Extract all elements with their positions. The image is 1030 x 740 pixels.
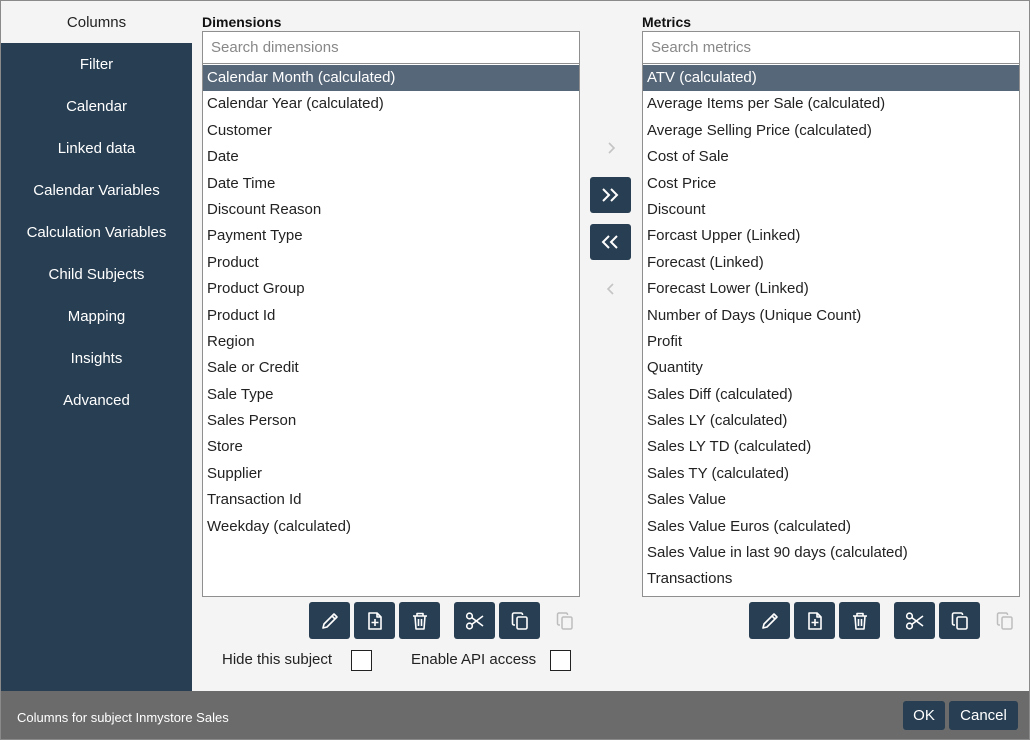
sidebar-item-calculation-variables[interactable]: Calculation Variables <box>1 211 192 253</box>
metric-list-item[interactable]: Discount <box>643 197 1019 223</box>
dimension-list-item[interactable]: Sale or Credit <box>203 355 579 381</box>
metrics-list: ATV (calculated) Average Items per Sale (… <box>642 63 1020 597</box>
columns-dialog: Columns Filter Calendar Linked data Calendar… <box>0 0 1030 740</box>
dimension-list-item[interactable]: Calendar Year (calculated) <box>203 91 579 117</box>
sidebar-item-insights[interactable]: Insights <box>1 337 192 379</box>
new-metric-button[interactable] <box>794 602 835 639</box>
hide-subject-checkbox[interactable] <box>351 650 372 671</box>
metric-list-item[interactable]: Cost Price <box>643 171 1019 197</box>
trash-icon <box>852 612 867 630</box>
copy-dimension-button[interactable] <box>499 602 540 639</box>
metric-list-item[interactable]: Average Items per Sale (calculated) <box>643 91 1019 117</box>
ok-button[interactable]: OK <box>903 701 945 730</box>
dimension-list-item[interactable]: Payment Type <box>203 223 579 249</box>
sidebar-item-linked-data[interactable]: Linked data <box>1 127 192 169</box>
dimension-list-item[interactable]: Transaction Id <box>203 487 579 513</box>
dimension-list-item[interactable]: Calendar Month (calculated) <box>203 65 579 92</box>
cut-dimension-button[interactable] <box>454 602 495 639</box>
dimension-list-item[interactable]: Product Group <box>203 276 579 302</box>
copy-metric-button[interactable] <box>939 602 980 639</box>
dimension-list-item[interactable]: Discount Reason <box>203 197 579 223</box>
file-plus-icon <box>367 611 382 630</box>
delete-dimension-button[interactable] <box>399 602 440 639</box>
chevron-right-icon <box>607 142 615 154</box>
pencil-icon <box>321 612 338 629</box>
sidebar-item-calendar[interactable]: Calendar <box>1 85 192 127</box>
sidebar-item-advanced[interactable]: Advanced <box>1 379 192 421</box>
sidebar-item-child-subjects[interactable]: Child Subjects <box>1 253 192 295</box>
metric-list-item[interactable]: Profit <box>643 329 1019 355</box>
edit-dimension-button[interactable] <box>309 602 350 639</box>
double-chevron-left-icon <box>601 235 618 249</box>
move-all-left-button[interactable] <box>590 224 631 260</box>
metric-list-item[interactable]: Average Selling Price (calculated) <box>643 118 1019 144</box>
move-all-right-button[interactable] <box>590 177 631 213</box>
footer-status-text: Columns for subject Inmystore Sales <box>17 710 229 725</box>
dimensions-toolbar <box>309 602 585 639</box>
metric-list-item[interactable]: Forcast Upper (Linked) <box>643 223 1019 249</box>
chevron-left-icon <box>606 283 614 295</box>
paste-icon <box>996 611 1013 630</box>
new-dimension-button[interactable] <box>354 602 395 639</box>
move-right-button[interactable] <box>590 130 631 166</box>
dimension-list-item[interactable]: Supplier <box>203 461 579 487</box>
delete-metric-button[interactable] <box>839 602 880 639</box>
metrics-search-input[interactable] <box>642 31 1020 63</box>
paste-metric-button[interactable] <box>984 602 1025 639</box>
double-chevron-right-icon <box>601 188 618 202</box>
dimensions-title: Dimensions <box>202 14 282 30</box>
sidebar-item-calendar-variables[interactable]: Calendar Variables <box>1 169 192 211</box>
dimensions-list: Calendar Month (calculated) Calendar Year… <box>202 63 580 597</box>
metric-list-item[interactable]: Sales LY TD (calculated) <box>643 434 1019 460</box>
sidebar-item-mapping[interactable]: Mapping <box>1 295 192 337</box>
metric-list-item[interactable]: Sales LY (calculated) <box>643 408 1019 434</box>
api-access-checkbox[interactable] <box>550 650 571 671</box>
dimension-list-item[interactable]: Date Time <box>203 171 579 197</box>
metric-list-item[interactable]: Sales TY (calculated) <box>643 461 1019 487</box>
dimension-list-item[interactable]: Customer <box>203 118 579 144</box>
sidebar-item-filter[interactable]: Filter <box>1 43 192 85</box>
edit-metric-button[interactable] <box>749 602 790 639</box>
cut-metric-button[interactable] <box>894 602 935 639</box>
metric-list-item[interactable]: Sales Value in last 90 days (calculated) <box>643 540 1019 566</box>
metric-list-item[interactable]: Transactions <box>643 566 1019 592</box>
metrics-toolbar <box>749 602 1025 639</box>
metric-list-item[interactable]: Sales Value Euros (calculated) <box>643 514 1019 540</box>
sidebar: Columns Filter Calendar Linked data Calendar… <box>1 1 192 691</box>
metric-list-item[interactable]: ATV (calculated) <box>643 65 1019 92</box>
metrics-title: Metrics <box>642 14 692 30</box>
metric-list-item[interactable]: Quantity <box>643 355 1019 381</box>
dimension-list-item[interactable]: Weekday (calculated) <box>203 514 579 540</box>
scissors-icon <box>465 611 483 630</box>
file-plus-icon <box>807 611 822 630</box>
move-left-button[interactable] <box>590 271 631 307</box>
metric-list-item[interactable]: Forecast (Linked) <box>643 250 1019 276</box>
metric-list-item[interactable]: Number of Days (Unique Count) <box>643 303 1019 329</box>
dimension-list-item[interactable]: Store <box>203 434 579 460</box>
copy-icon <box>951 611 968 630</box>
copy-icon <box>511 611 528 630</box>
paste-icon <box>556 611 573 630</box>
dimension-list-item[interactable]: Region <box>203 329 579 355</box>
metric-list-item[interactable]: Cost of Sale <box>643 144 1019 170</box>
paste-dimension-button[interactable] <box>544 602 585 639</box>
metric-list-item[interactable]: Forecast Lower (Linked) <box>643 276 1019 302</box>
pencil-icon <box>761 612 778 629</box>
scissors-icon <box>905 611 923 630</box>
dimension-list-item[interactable]: Sale Type <box>203 382 579 408</box>
trash-icon <box>412 612 427 630</box>
footer-bar: Columns for subject Inmystore Sales OK C… <box>1 691 1029 739</box>
dimensions-search-input[interactable] <box>202 31 580 63</box>
dimension-list-item[interactable]: Sales Person <box>203 408 579 434</box>
metric-list-item[interactable]: Sales Value <box>643 487 1019 513</box>
dimension-list-item[interactable]: Date <box>203 144 579 170</box>
dimension-list-item[interactable]: Product Id <box>203 303 579 329</box>
hide-subject-label: Hide this subject <box>222 651 333 668</box>
cancel-button[interactable]: Cancel <box>949 701 1018 730</box>
metric-list-item[interactable]: Sales Diff (calculated) <box>643 382 1019 408</box>
sidebar-item-columns[interactable]: Columns <box>1 1 192 43</box>
api-access-label: Enable API access <box>411 651 537 668</box>
dimension-list-item[interactable]: Product <box>203 250 579 276</box>
